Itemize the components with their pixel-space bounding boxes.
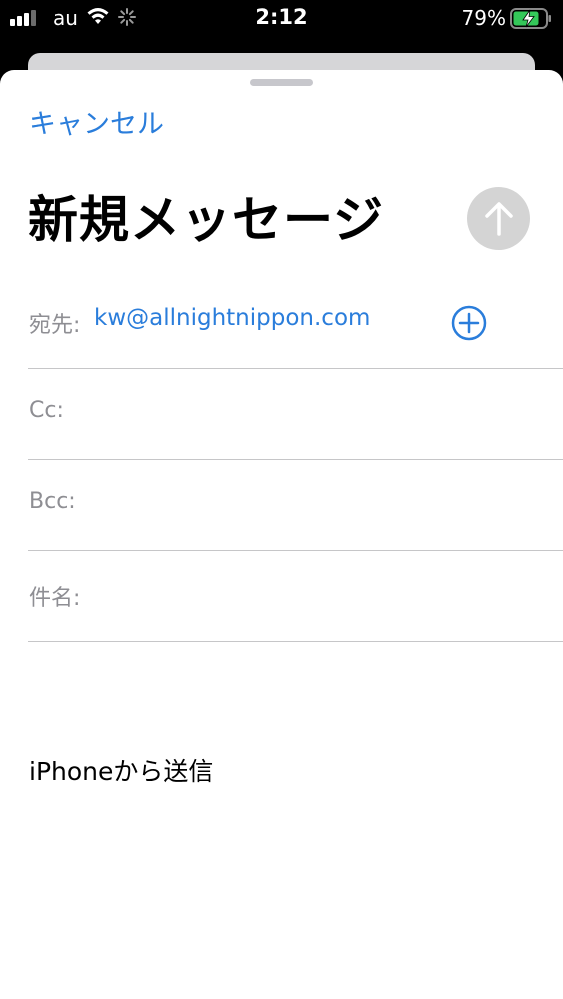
sheet-grabber[interactable]	[250, 79, 313, 86]
page-title: 新規メッセージ	[28, 191, 384, 249]
battery-charging-icon	[510, 8, 552, 33]
cancel-button[interactable]: キャンセル	[29, 102, 164, 141]
message-body[interactable]: iPhoneから送信	[29, 752, 213, 788]
arrow-up-icon	[484, 201, 513, 236]
cc-label: Cc:	[29, 398, 64, 423]
screen: au 2:12 79% キャンセル 新規メッセージ 宛先: kw@allnigh…	[0, 0, 563, 999]
to-recipient[interactable]: kw@allnightnippon.com	[94, 305, 370, 331]
add-recipient-button[interactable]	[451, 305, 487, 341]
to-label: 宛先:	[29, 313, 81, 338]
plus-circle-icon	[451, 305, 487, 341]
battery-percent: 79%	[461, 6, 506, 30]
status-bar: au 2:12 79%	[0, 0, 563, 36]
bcc-field[interactable]: Bcc:	[28, 460, 563, 551]
subject-field[interactable]: 件名:	[28, 551, 563, 642]
subject-label: 件名:	[29, 586, 81, 611]
compose-sheet: キャンセル 新規メッセージ 宛先: kw@allnightnippon.com …	[0, 70, 563, 999]
cc-field[interactable]: Cc:	[28, 369, 563, 460]
send-button[interactable]	[467, 187, 530, 250]
bcc-label: Bcc:	[29, 489, 76, 514]
